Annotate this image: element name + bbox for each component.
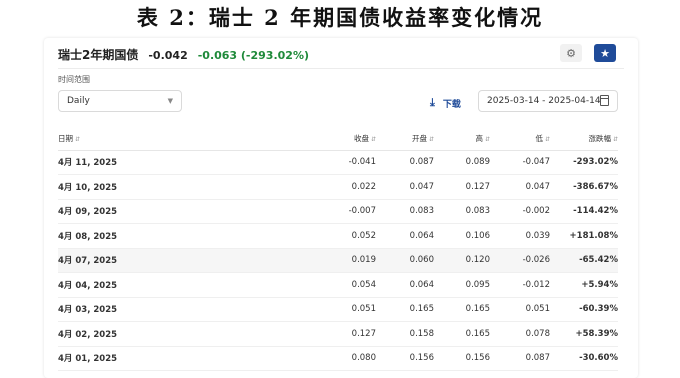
sort-icon: ⇵ (75, 136, 81, 144)
star-icon: ★ (600, 46, 610, 60)
cell-change-pct: -60.39% (550, 297, 618, 322)
cell-close: -0.041 (208, 150, 376, 175)
column-header-close[interactable]: 收盘 ⇵ (208, 128, 376, 151)
cell-open: 0.047 (376, 174, 434, 200)
sort-icon: ⇵ (544, 136, 550, 144)
cell-open: 0.064 (376, 272, 434, 298)
table-row: 4月 10, 2025 0.022 0.047 0.127 0.047 -386.67% (58, 174, 618, 200)
interval-value: Daily (67, 96, 90, 106)
figure-caption: 表 2：瑞士 2 年期国债收益率变化情况 (136, 5, 544, 30)
cell-high: 0.120 (434, 248, 490, 273)
cell-date: 4月 11, 2025 (58, 150, 208, 175)
cell-high: 0.089 (434, 150, 490, 175)
cell-low: 0.047 (490, 174, 550, 200)
cell-low: -0.026 (490, 248, 550, 273)
column-header-date[interactable]: 日期 ⇵ (58, 128, 208, 151)
column-header-low[interactable]: 低 ⇵ (490, 128, 550, 151)
sort-icon: ⇵ (370, 136, 376, 144)
cell-close: 0.052 (208, 223, 376, 249)
time-range-label: 时间范围 (58, 75, 90, 84)
header-divider (58, 68, 624, 69)
cell-high: 0.165 (434, 321, 490, 347)
alert-button[interactable]: ⚙ (560, 44, 582, 62)
history-table: 日期 ⇵ 收盘 ⇵ 开盘 ⇵ 高 ⇵ 低 ⇵ 涨跌幅 ⇵ 4月 11, 2025 -0.041… (58, 128, 618, 371)
cell-high: 0.156 (434, 346, 490, 371)
date-range-value: 2025-03-14 - 2025-04-14 (487, 96, 601, 106)
bond-history-panel: 瑞士2年期国债 -0.042 -0.063 (-293.02%) ⚙ ★ 时间范… (44, 38, 638, 378)
yield-change: -0.063 (-293.02%) (197, 49, 309, 62)
cell-date: 4月 04, 2025 (58, 272, 208, 298)
cell-high: 0.127 (434, 174, 490, 200)
cell-date: 4月 07, 2025 (58, 248, 208, 273)
cell-open: 0.064 (376, 223, 434, 249)
cell-close: 0.127 (208, 321, 376, 347)
cell-change-pct: -386.67% (550, 174, 618, 200)
chevron-down-icon: ▼ (167, 97, 173, 105)
cell-date: 4月 03, 2025 (58, 297, 208, 322)
cell-low: 0.078 (490, 321, 550, 347)
cell-change-pct: +58.39% (550, 321, 618, 347)
cell-date: 4月 09, 2025 (58, 199, 208, 224)
sort-icon: ⇵ (484, 136, 490, 144)
download-button[interactable]: ⤓ 下载 (430, 96, 461, 110)
cell-open: 0.083 (376, 199, 434, 224)
cell-low: 0.051 (490, 297, 550, 322)
watchlist-button[interactable]: ★ (594, 44, 616, 62)
cell-change-pct: -114.42% (550, 199, 618, 224)
cell-open: 0.060 (376, 248, 434, 273)
cell-close: -0.007 (208, 199, 376, 224)
cell-low: -0.002 (490, 199, 550, 224)
cell-close: 0.022 (208, 174, 376, 200)
cell-date: 4月 02, 2025 (58, 321, 208, 347)
table-row: 4月 09, 2025 -0.007 0.083 0.083 -0.002 -114.42… (58, 199, 618, 224)
cell-change-pct: +181.08% (550, 223, 618, 249)
instrument-header: 瑞士2年期国债 -0.042 -0.063 (-293.02%) (58, 46, 309, 64)
cell-close: 0.054 (208, 272, 376, 298)
table-row: 4月 11, 2025 -0.041 0.087 0.089 -0.047 -293.02… (58, 150, 618, 175)
column-header-open[interactable]: 开盘 ⇵ (376, 128, 434, 151)
last-yield: -0.042 (148, 49, 188, 62)
cell-close: 0.080 (208, 346, 376, 371)
calendar-icon (600, 95, 609, 106)
sort-icon: ⇵ (428, 136, 434, 144)
cell-low: 0.087 (490, 346, 550, 371)
cell-high: 0.106 (434, 223, 490, 249)
interval-select[interactable]: Daily ▼ (58, 90, 182, 112)
date-range-picker[interactable]: 2025-03-14 - 2025-04-14 (478, 90, 618, 112)
bell-icon: ⚙ (566, 46, 576, 60)
table-row: 4月 03, 2025 0.051 0.165 0.165 0.051 -60.39% (58, 297, 618, 322)
cell-low: 0.039 (490, 223, 550, 249)
column-header-high[interactable]: 高 ⇵ (434, 128, 490, 151)
cell-open: 0.158 (376, 321, 434, 347)
sort-icon: ⇵ (612, 136, 618, 144)
cell-change-pct: +5.94% (550, 272, 618, 298)
table-row: 4月 04, 2025 0.054 0.064 0.095 -0.012 +5.94% (58, 272, 618, 298)
download-icon: ⤓ (430, 96, 435, 109)
table-row: 4月 07, 2025 0.019 0.060 0.120 -0.026 -65.42% (58, 248, 618, 273)
cell-date: 4月 10, 2025 (58, 174, 208, 200)
table-header-row: 日期 ⇵ 收盘 ⇵ 开盘 ⇵ 高 ⇵ 低 ⇵ 涨跌幅 ⇵ (58, 128, 618, 151)
cell-high: 0.083 (434, 199, 490, 224)
column-header-change-pct[interactable]: 涨跌幅 ⇵ (550, 128, 618, 151)
cell-change-pct: -293.02% (550, 150, 618, 175)
table-row: 4月 08, 2025 0.052 0.064 0.106 0.039 +181.08% (58, 223, 618, 249)
cell-open: 0.156 (376, 346, 434, 371)
cell-open: 0.165 (376, 297, 434, 322)
table-row: 4月 01, 2025 0.080 0.156 0.156 0.087 -30.60% (58, 346, 618, 371)
cell-high: 0.095 (434, 272, 490, 298)
cell-change-pct: -30.60% (550, 346, 618, 371)
cell-low: -0.012 (490, 272, 550, 298)
table-row: 4月 02, 2025 0.127 0.158 0.165 0.078 +58.39% (58, 321, 618, 347)
cell-date: 4月 08, 2025 (58, 223, 208, 249)
cell-close: 0.051 (208, 297, 376, 322)
cell-close: 0.019 (208, 248, 376, 273)
cell-date: 4月 01, 2025 (58, 346, 208, 371)
cell-high: 0.165 (434, 297, 490, 322)
instrument-title: 瑞士2年期国债 (58, 48, 139, 62)
cell-low: -0.047 (490, 150, 550, 175)
download-label: 下载 (442, 99, 461, 110)
cell-open: 0.087 (376, 150, 434, 175)
cell-change-pct: -65.42% (550, 248, 618, 273)
